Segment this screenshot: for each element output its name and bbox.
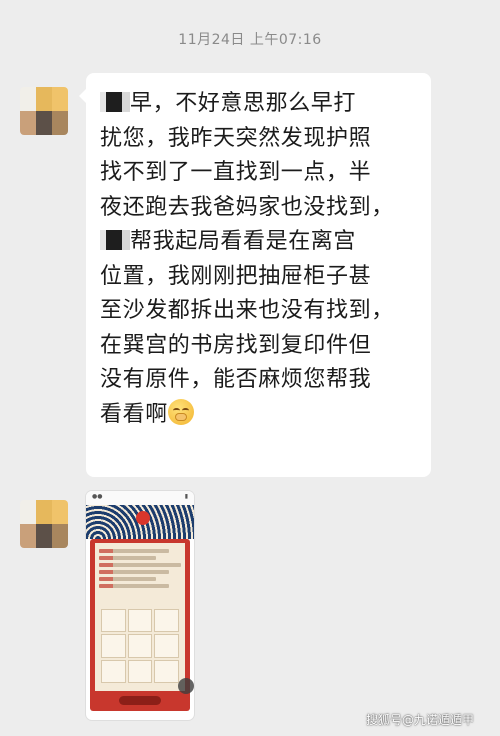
redacted-name: [100, 230, 130, 250]
worried-face-icon: [167, 398, 194, 425]
text-message-bubble[interactable]: 早，不好意思那么早打 扰您，我昨天突然发现护照 找不到了一直找到一点，半 夜还跑…: [79, 73, 431, 477]
message-line: 至沙发都拆出来也没有找到，: [100, 298, 394, 323]
message-timestamp: 11月24日 上午07:16: [178, 32, 322, 48]
message-line: 夜还跑去我爸妈家也没找到，: [100, 194, 394, 220]
sender-avatar[interactable]: [20, 500, 68, 548]
phone-status-bar: ●● ▮: [86, 491, 194, 505]
red-scroll-panel: [90, 539, 190, 711]
message-line: 在巽宫的书房找到复印件但: [100, 332, 372, 358]
wave-banner-image: [86, 505, 194, 539]
watermark: 搜狐号@九诺遁遁甲: [365, 713, 474, 727]
message-line: 早，不好意思那么早打: [130, 91, 357, 116]
message-line: 看看啊: [100, 401, 168, 427]
message-line: 位置，我刚刚把抽屉柜子甚: [100, 263, 372, 289]
message-line: 没有原件，能否麻烦您帮我: [100, 367, 372, 392]
message-line: 帮我起局看看是在离宫: [130, 229, 357, 254]
share-icon[interactable]: [178, 678, 194, 694]
message-line: 找不到了一直找到一点，半: [100, 160, 372, 185]
start-button: [119, 696, 161, 705]
sender-avatar[interactable]: [20, 87, 68, 135]
redacted-name: [100, 92, 130, 112]
message-line: 扰您，我昨天突然发现护照: [100, 125, 372, 151]
nine-palace-grid: [101, 609, 179, 683]
